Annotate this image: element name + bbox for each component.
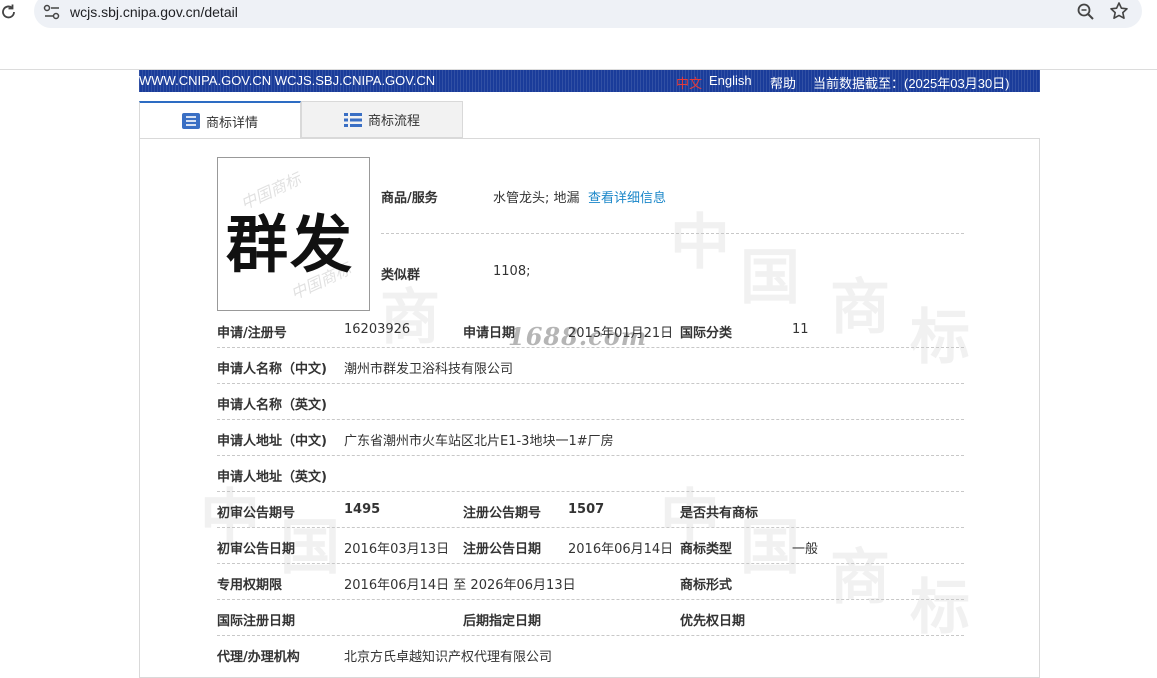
watermark: 中 xyxy=(670,208,730,278)
address-en-label: 申请人地址（英文) xyxy=(217,470,327,485)
list-flow-icon xyxy=(343,112,362,127)
agent-label: 代理/办理机构 xyxy=(217,650,300,665)
list-detail-icon xyxy=(181,113,200,129)
similar-group-value: 1108; xyxy=(493,264,531,279)
divider xyxy=(217,635,964,636)
reg-notice-no-label: 注册公告期号 xyxy=(463,506,542,521)
watermark: 标 xyxy=(910,303,970,373)
divider xyxy=(217,599,964,600)
intl-class-value: 11 xyxy=(792,322,809,337)
zoom-icon[interactable] xyxy=(1076,2,1096,22)
applicant-cn-value: 潮州市群发卫浴科技有限公司 xyxy=(344,362,514,377)
exclusive-term-label: 专用权期限 xyxy=(217,578,283,593)
divider xyxy=(381,233,964,234)
tab-trademark-flow[interactable]: 商标流程 xyxy=(301,101,463,138)
intl-class-label: 国际分类 xyxy=(680,326,733,341)
tab-label: 商标流程 xyxy=(367,114,420,129)
reg-notice-date-label: 注册公告日期 xyxy=(463,542,542,557)
prelim-date-value: 2016年03月13日 xyxy=(344,542,450,557)
site-links[interactable]: WWW.CNIPA.GOV.CN WCJS.SBJ.CNIPA.GOV.CN xyxy=(139,73,435,88)
tm-type-label: 商标类型 xyxy=(680,542,733,557)
help-link[interactable]: 帮助 xyxy=(770,73,796,92)
watermark: 商 xyxy=(830,543,890,613)
lang-chinese-link[interactable]: 中文 xyxy=(676,73,702,92)
watermark: 标 xyxy=(910,573,970,643)
divider xyxy=(217,419,964,420)
priority-date-label: 优先权日期 xyxy=(680,614,746,629)
goods-label: 商品/服务 xyxy=(381,191,438,206)
tm-form-label: 商标形式 xyxy=(680,578,733,593)
data-date-text: 当前数据截至：(2025年03月30日) xyxy=(813,76,1010,91)
later-designation-label: 后期指定日期 xyxy=(463,614,542,629)
url-text[interactable]: wcjs.sbj.cnipa.gov.cn/detail xyxy=(70,4,238,20)
address-cn-value: 广东省潮州市火车站区北片E1-3地块一1#厂房 xyxy=(344,434,614,449)
prelim-date-label: 初审公告日期 xyxy=(217,542,296,557)
watermark: 商 xyxy=(830,273,890,343)
site-info-icon[interactable] xyxy=(42,3,62,21)
reload-icon[interactable] xyxy=(0,2,18,22)
prelim-no-label: 初审公告期号 xyxy=(217,506,296,521)
reg-notice-date-value: 2016年06月14日 xyxy=(568,542,674,557)
site-header-bar: WWW.CNIPA.GOV.CN WCJS.SBJ.CNIPA.GOV.CN 中… xyxy=(139,70,1040,92)
overlay-watermark: 1688.com xyxy=(508,322,648,351)
address-bar[interactable]: wcjs.sbj.cnipa.gov.cn/detail xyxy=(34,0,1142,28)
divider xyxy=(217,527,964,528)
lang-english-link[interactable]: English xyxy=(709,73,752,88)
bookmark-star-icon[interactable] xyxy=(1109,1,1129,21)
view-details-link[interactable]: 查看详细信息 xyxy=(588,187,666,206)
shared-tm-label: 是否共有商标 xyxy=(680,506,759,521)
trademark-detail-panel: 中 国 商 标 商 中 国 中 国 商 标 中国商标 中国商标 群发 商品/服务… xyxy=(139,138,1040,678)
reg-no-value: 16203926 xyxy=(344,322,411,337)
similar-group-label: 类似群 xyxy=(381,268,421,283)
browser-toolbar: wcjs.sbj.cnipa.gov.cn/detail xyxy=(0,0,1157,70)
address-cn-label: 申请人地址（中文) xyxy=(217,434,327,449)
reg-no-label: 申请/注册号 xyxy=(217,326,287,341)
goods-value: 水管龙头; 地漏 xyxy=(493,191,580,206)
agent-value: 北京方氏卓越知识产权代理有限公司 xyxy=(344,650,553,665)
tm-type-value: 一般 xyxy=(792,542,819,557)
divider xyxy=(217,563,964,564)
reg-notice-no-value: 1507 xyxy=(568,502,605,517)
tab-trademark-detail[interactable]: 商标详情 xyxy=(139,101,301,139)
exclusive-term-value: 2016年06月14日 至 2026年06月13日 xyxy=(344,578,576,593)
watermark: 国 xyxy=(740,243,800,313)
trademark-image: 中国商标 中国商标 群发 xyxy=(217,157,370,311)
divider xyxy=(217,455,964,456)
divider xyxy=(217,383,964,384)
applicant-cn-label: 申请人名称（中文) xyxy=(217,362,327,377)
trademark-image-text: 群发 xyxy=(226,208,355,281)
divider xyxy=(217,491,964,492)
prelim-no-value: 1495 xyxy=(344,502,381,517)
applicant-en-label: 申请人名称（英文) xyxy=(217,398,327,413)
tab-label: 商标详情 xyxy=(205,115,258,131)
intl-reg-date-label: 国际注册日期 xyxy=(217,614,296,629)
